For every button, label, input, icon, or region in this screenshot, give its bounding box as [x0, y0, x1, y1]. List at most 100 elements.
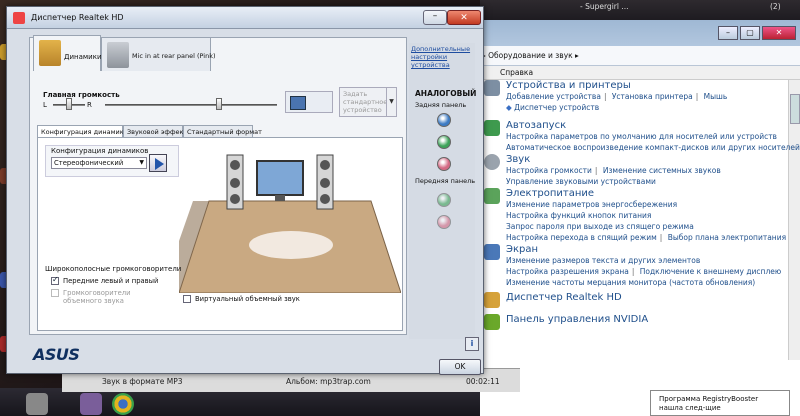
realtek-dialog: Диспетчер Realtek HD – ✕ Динамики Mic in…	[6, 6, 484, 375]
tab-mic[interactable]: Mic in at rear panel (Pink)	[101, 37, 216, 71]
maximize-button[interactable]: ▢	[740, 26, 760, 40]
link[interactable]: Изменение параметров энергосбережения	[506, 200, 677, 209]
tab-sound-effect[interactable]: Звуковой эффект	[123, 125, 187, 137]
category-links: ◆ Диспетчер устройств	[506, 102, 727, 113]
info-button[interactable]: i	[465, 337, 479, 351]
link[interactable]: Мышь	[704, 92, 728, 101]
microphone-icon	[107, 42, 129, 68]
tab-label: Mic in at rear panel (Pink)	[132, 52, 216, 60]
close-button[interactable]: ✕	[447, 10, 481, 25]
virtual-surround-checkbox[interactable]	[183, 295, 191, 303]
speaker-config-select[interactable]: Стереофонический ▼	[51, 157, 147, 169]
category-links: Управление звуковыми устройствами	[506, 176, 721, 187]
link[interactable]: Изменение системных звуков	[603, 166, 721, 175]
category-title[interactable]: Устройства и принтеры	[506, 80, 727, 91]
minimize-button[interactable]: –	[423, 10, 447, 25]
speaker-volume-icon	[290, 96, 306, 110]
front-lr-checkbox[interactable]	[51, 275, 59, 285]
background-window-titlebar: - Supergirl ... (2)	[480, 0, 800, 22]
link[interactable]: Подключение к внешнему дисплею	[640, 267, 781, 276]
link[interactable]: Настройка функций кнопок питания	[506, 211, 651, 220]
volume-slider[interactable]	[105, 104, 277, 106]
realtek-icon	[484, 292, 500, 308]
balance-left-label: L	[43, 101, 47, 109]
control-panel-window-buttons: – ▢ ✕	[718, 26, 796, 40]
sweet-spot	[249, 231, 333, 259]
surround-checkbox[interactable]	[51, 289, 59, 297]
category-links: Настройка разрешения экрана | Подключение…	[506, 267, 782, 276]
rear-jack-green[interactable]	[437, 135, 451, 149]
address-bar[interactable]: ▸ Оборудование и звук ▸	[478, 46, 800, 66]
link[interactable]: Управление звуковыми устройствами	[506, 177, 656, 186]
category-links: Настройка громкости | Изменение системных…	[506, 166, 721, 175]
virtual-surround-label: Виртуальный объемный звук	[195, 295, 300, 303]
advanced-settings-link[interactable]: Дополнительные настройки устройства	[411, 45, 477, 69]
play-test-button[interactable]	[149, 154, 167, 172]
front-lr-label: Передние левый и правый	[63, 277, 159, 285]
category-links: Изменение частоты мерцания монитора (час…	[506, 277, 781, 288]
media-album: Альбом: mp3trap.com	[286, 377, 371, 386]
link[interactable]: Добавление устройства	[506, 92, 601, 101]
left-speaker-tweeter	[230, 160, 240, 170]
chrome-icon[interactable]	[112, 393, 134, 415]
rear-jack-blue[interactable]	[437, 113, 451, 127]
taskbar-app-icon[interactable]	[80, 393, 102, 415]
background-window-title: - Supergirl ...	[580, 2, 629, 11]
autoplay-icon	[484, 120, 500, 136]
realtek-speaker-icon	[13, 12, 25, 24]
category-display: Экран Изменение размеров текста и других…	[484, 244, 782, 288]
link[interactable]: Запрос пароля при выходе из спящего режи…	[506, 222, 694, 231]
front-jack-green[interactable]	[437, 193, 451, 207]
right-speaker-woofer-2	[320, 194, 330, 204]
link[interactable]: Изменение размеров текста и других элеме…	[506, 256, 700, 265]
link[interactable]: Автоматическое воспроизведение компакт-д…	[506, 143, 800, 152]
close-button[interactable]: ✕	[762, 26, 796, 40]
tab-label: Динамики	[64, 53, 102, 61]
balance-slider-thumb[interactable]	[66, 98, 72, 110]
category-title[interactable]: Экран	[506, 244, 781, 255]
control-panel-window: – ▢ ✕ ▸ Оборудование и звук ▸ Справка Ус…	[478, 20, 800, 416]
battery-icon	[484, 188, 500, 204]
dialog-titlebar[interactable]: Диспетчер Realtek HD – ✕	[7, 7, 483, 29]
dialog-title: Диспетчер Realtek HD	[31, 13, 124, 22]
link[interactable]: Настройка перехода в спящий режим	[506, 233, 657, 242]
category-title[interactable]: Электропитание	[506, 188, 786, 199]
minimize-button[interactable]: –	[718, 26, 738, 40]
category-links: Автоматическое воспроизведение компакт-д…	[506, 142, 800, 153]
ok-button[interactable]: OK	[439, 359, 481, 375]
category-title[interactable]: Панель управления NVIDIA	[506, 314, 648, 325]
category-sound: Звук Настройка громкости | Изменение сист…	[484, 154, 721, 187]
volume-slider-thumb[interactable]	[215, 98, 222, 110]
link[interactable]: Диспетчер устройств	[514, 103, 599, 112]
media-title: Звук в формате MP3	[102, 377, 183, 386]
link[interactable]: Установка принтера	[612, 92, 693, 101]
speaker-config-value: Стереофонический	[54, 159, 124, 167]
taskbar	[0, 388, 480, 416]
link[interactable]: Изменение частоты мерцания монитора (час…	[506, 278, 755, 287]
category-realtek: Диспетчер Realtek HD	[484, 292, 622, 308]
category-title[interactable]: Диспетчер Realtek HD	[506, 292, 622, 303]
printer-icon	[484, 80, 500, 96]
set-default-device-dropdown[interactable]: Задать стандартное устройство ▼	[339, 87, 397, 117]
link[interactable]: Настройка параметров по умолчанию для но…	[506, 132, 777, 141]
front-jack-pink[interactable]	[437, 215, 451, 229]
category-title[interactable]: Автозапуск	[506, 120, 800, 131]
chevron-down-icon: ▼	[386, 88, 396, 116]
category-links: Запрос пароля при выходе из спящего режи…	[506, 221, 786, 232]
link[interactable]: Настройка разрешения экрана	[506, 267, 629, 276]
link[interactable]: Выбор плана электропитания	[668, 233, 786, 242]
rear-panel-label: Задняя панель	[415, 101, 467, 109]
mute-button[interactable]	[285, 91, 333, 113]
link[interactable]: Настройка громкости	[506, 166, 592, 175]
category-devices: Устройства и принтеры Добавление устройс…	[484, 80, 728, 113]
rear-jack-pink[interactable]	[437, 157, 451, 171]
speaker-icon	[484, 154, 500, 170]
asus-logo: ASUS	[33, 345, 80, 364]
category-title[interactable]: Звук	[506, 154, 721, 165]
left-speaker-woofer	[230, 178, 240, 188]
notification-popup[interactable]: Программа RegistryBooster нашла след-щие	[650, 390, 790, 416]
menu-help[interactable]: Справка	[478, 66, 800, 80]
tab-default-format[interactable]: Стандартный формат	[183, 125, 262, 137]
taskbar-app-icon[interactable]	[26, 393, 48, 415]
tab-speakers[interactable]: Динамики	[33, 35, 102, 71]
